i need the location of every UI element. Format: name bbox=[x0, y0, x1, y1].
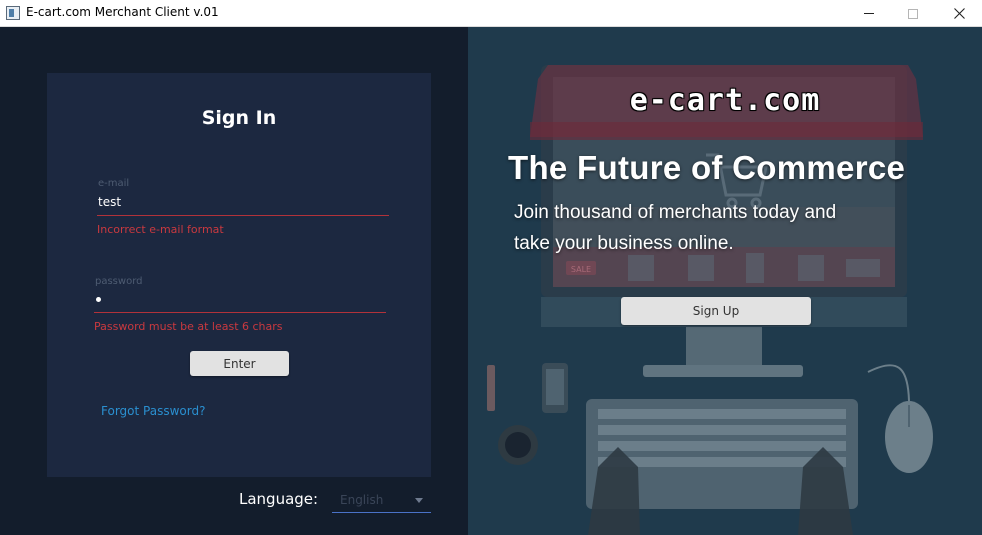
forgot-password-link[interactable]: Forgot Password? bbox=[101, 404, 205, 418]
password-underline bbox=[94, 312, 386, 313]
subheadline-line-1: Join thousand of merchants today and bbox=[514, 202, 837, 223]
password-label: password bbox=[95, 276, 143, 287]
language-value: English bbox=[340, 493, 384, 507]
password-field[interactable] bbox=[96, 297, 101, 302]
login-pane: Sign In e-mail test Incorrect e-mail for… bbox=[0, 27, 468, 535]
promo-pane: SALE e-cart.com The Future of Commerce J… bbox=[468, 27, 982, 535]
title-bar: E-cart.com Merchant Client v.01 bbox=[0, 0, 982, 27]
signup-button[interactable]: Sign Up bbox=[621, 297, 811, 325]
minimize-icon bbox=[864, 13, 874, 14]
maximize-button[interactable] bbox=[890, 0, 936, 27]
app-icon bbox=[6, 6, 20, 20]
signin-card: Sign In e-mail test Incorrect e-mail for… bbox=[47, 73, 431, 477]
subheadline-line-2: take your business online. bbox=[514, 233, 734, 254]
language-select[interactable]: English bbox=[332, 490, 431, 513]
close-icon bbox=[953, 8, 965, 19]
close-button[interactable] bbox=[936, 0, 982, 27]
email-field[interactable]: test bbox=[98, 195, 121, 209]
email-error: Incorrect e-mail format bbox=[97, 223, 224, 236]
maximize-icon bbox=[908, 8, 918, 19]
chevron-down-icon bbox=[415, 498, 423, 503]
logo-text: e-cart.com bbox=[629, 83, 821, 118]
language-label: Language: bbox=[239, 490, 319, 508]
window-title: E-cart.com Merchant Client v.01 bbox=[26, 5, 219, 19]
email-label: e-mail bbox=[98, 178, 130, 189]
sale-tag: SALE bbox=[571, 265, 591, 274]
signin-title: Sign In bbox=[201, 107, 277, 129]
minimize-button[interactable] bbox=[846, 0, 892, 27]
headline: The Future of Commerce bbox=[508, 149, 906, 186]
password-error: Password must be at least 6 chars bbox=[94, 320, 283, 333]
enter-button[interactable]: Enter bbox=[190, 351, 289, 376]
email-underline bbox=[97, 215, 389, 216]
